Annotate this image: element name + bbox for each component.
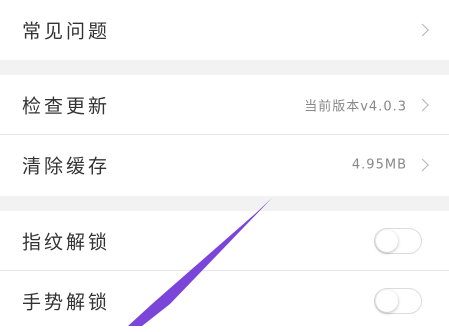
security-group: 指纹解锁 手势解锁 [0, 211, 449, 332]
chevron-right-icon [416, 158, 429, 172]
app-group: 检查更新 当前版本v4.0.3 清除缓存 4.95MB [0, 75, 449, 196]
version-value: 当前版本v4.0.3 [304, 99, 407, 114]
chevron-right-icon [416, 23, 429, 37]
fingerprint-unlock-toggle[interactable] [374, 227, 422, 254]
settings-screen: 常见问题 检查更新 当前版本v4.0.3 清除缓存 4.95MB 指纹解锁 手势… [0, 0, 449, 332]
clear-cache-row[interactable]: 清除缓存 4.95MB [0, 135, 449, 195]
chevron-right-icon [416, 98, 429, 111]
gesture-unlock-label: 手势解锁 [22, 291, 111, 314]
faq-label: 常见问题 [22, 20, 111, 43]
cache-size-value: 4.95MB [351, 157, 407, 173]
help-group: 常见问题 [0, 0, 449, 60]
gesture-unlock-toggle[interactable] [374, 288, 422, 314]
fingerprint-unlock-label: 指纹解锁 [22, 231, 111, 253]
clear-cache-label: 清除缓存 [22, 155, 111, 178]
toggle-knob [376, 229, 398, 252]
faq-row[interactable]: 常见问题 [0, 0, 449, 60]
gesture-unlock-row: 手势解锁 [0, 271, 449, 331]
fingerprint-unlock-row: 指纹解锁 [0, 211, 449, 271]
check-update-label: 检查更新 [22, 95, 111, 117]
check-update-row[interactable]: 检查更新 当前版本v4.0.3 [0, 75, 449, 135]
toggle-knob [376, 290, 398, 312]
